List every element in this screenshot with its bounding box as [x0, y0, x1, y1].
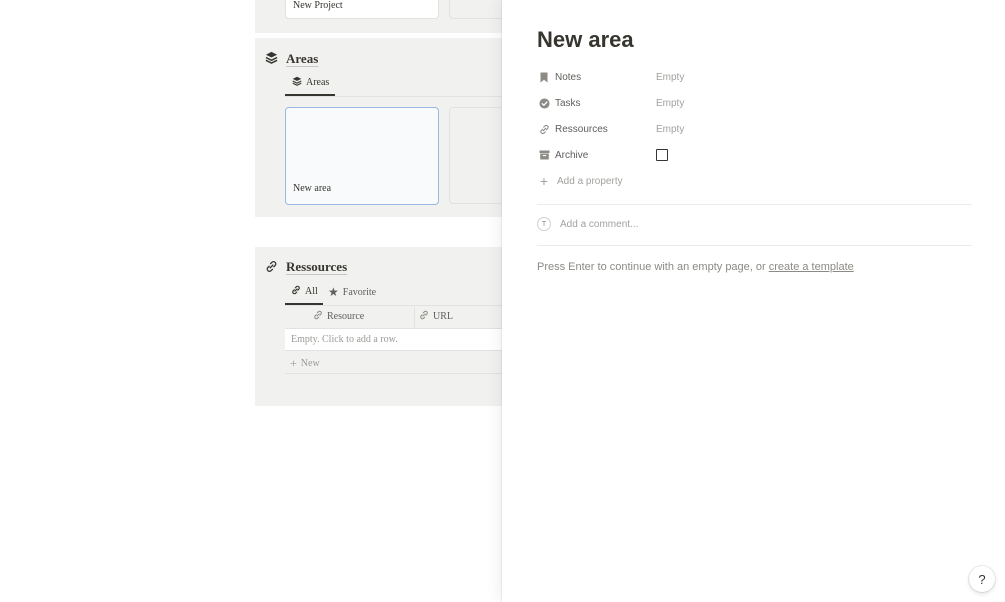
- property-value[interactable]: Empty: [656, 98, 684, 109]
- column-header-url[interactable]: URL: [419, 310, 453, 323]
- plus-icon: +: [539, 173, 549, 189]
- property-name: Tasks: [555, 97, 581, 109]
- page-title[interactable]: New area: [537, 27, 634, 53]
- project-card-label: New Project: [293, 0, 343, 11]
- stack-icon: [292, 76, 302, 89]
- areas-section: Areas Areas New area: [255, 38, 529, 217]
- property-notes[interactable]: Notes Empty: [537, 67, 972, 87]
- area-card[interactable]: New area: [285, 107, 439, 205]
- tab-divider: [285, 96, 515, 97]
- tab-label: Areas: [306, 77, 330, 88]
- tab-divider: [285, 305, 515, 306]
- column-label: Resource: [327, 311, 365, 322]
- property-name: Notes: [555, 71, 582, 83]
- check-circle-icon: [537, 96, 551, 110]
- property-archive[interactable]: Archive: [537, 145, 972, 165]
- empty-page-hint: Press Enter to continue with an empty pa…: [537, 261, 854, 273]
- areas-title[interactable]: Areas: [286, 51, 318, 67]
- tab-label: All: [305, 286, 318, 297]
- link-icon: [419, 310, 429, 323]
- link-icon: [291, 285, 301, 298]
- comment-input[interactable]: Add a comment...: [560, 219, 638, 230]
- area-card-label: New area: [293, 183, 332, 194]
- column-label: URL: [433, 311, 453, 322]
- link-icon: [265, 260, 278, 273]
- new-row-button[interactable]: + New: [290, 356, 320, 371]
- property-ressources[interactable]: Ressources Empty: [537, 119, 972, 139]
- ressources-section: Ressources All ★ Favorite Resource URL E…: [255, 247, 515, 406]
- create-template-link[interactable]: create a template: [769, 261, 854, 273]
- property-value[interactable]: Empty: [656, 124, 684, 135]
- properties-divider: [537, 204, 972, 205]
- column-header-resource[interactable]: Resource: [313, 310, 364, 323]
- property-name: Ressources: [555, 123, 608, 135]
- add-property-button[interactable]: + Add a property: [537, 171, 972, 191]
- star-icon: ★: [328, 285, 339, 299]
- project-card[interactable]: New Project: [285, 0, 439, 19]
- row-divider: [285, 373, 515, 374]
- archive-icon: [537, 148, 551, 162]
- page-peek-panel: New area Notes Empty Tasks Empty Ressour…: [502, 0, 1005, 602]
- property-name: Archive: [555, 149, 589, 161]
- link-icon: [537, 122, 551, 136]
- empty-hint-text: Press Enter to continue with an empty pa…: [537, 261, 766, 273]
- tab-areas[interactable]: Areas: [292, 76, 329, 89]
- tab-all[interactable]: All: [291, 285, 318, 298]
- empty-row-text: Empty. Click to add a row.: [291, 334, 398, 345]
- comment-divider: [537, 245, 972, 246]
- archive-checkbox[interactable]: [656, 149, 668, 161]
- link-icon: [313, 310, 323, 323]
- add-property-label: Add a property: [557, 175, 623, 187]
- row-divider: [285, 350, 515, 351]
- bookmark-icon: [537, 70, 551, 84]
- plus-icon: +: [290, 356, 297, 370]
- tab-favorite[interactable]: ★ Favorite: [328, 285, 376, 300]
- help-button[interactable]: ?: [969, 566, 995, 592]
- stack-icon: [265, 51, 278, 64]
- property-value[interactable]: Empty: [656, 72, 684, 83]
- new-row-label: New: [300, 358, 320, 369]
- ressources-title[interactable]: Ressources: [286, 259, 347, 275]
- avatar: T: [537, 217, 551, 231]
- tab-label: Favorite: [342, 287, 377, 298]
- column-separator: [414, 307, 415, 329]
- comment-row[interactable]: T Add a comment...: [537, 217, 638, 231]
- empty-row[interactable]: Empty. Click to add a row.: [285, 329, 515, 350]
- property-tasks[interactable]: Tasks Empty: [537, 93, 972, 113]
- projects-section: New Project: [255, 0, 529, 33]
